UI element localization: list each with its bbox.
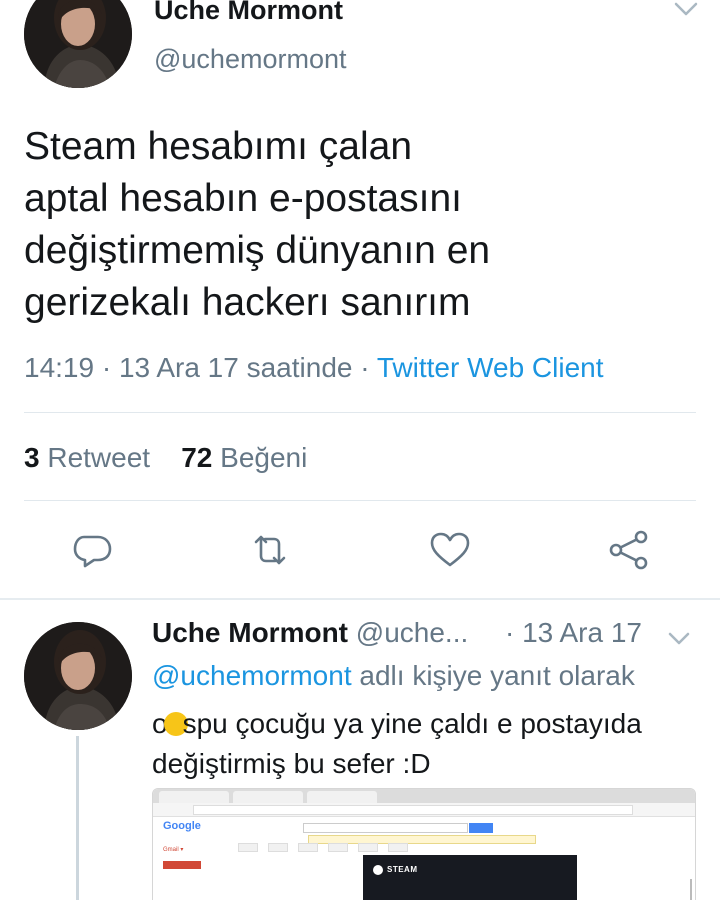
google-logo-text: Google [163,820,201,832]
avatar-photo [24,0,132,88]
retweets-stat[interactable]: 3 Retweet [24,442,150,473]
retweet-icon[interactable] [248,528,292,572]
likes-stat[interactable]: 72 Beğeni [181,442,307,473]
reply-text-line: o spu çocuğu ya yine çaldı e postayıda [152,704,642,744]
steam-label: STEAM [387,865,418,874]
reply-header: Uche Mormont @uche... [152,617,468,649]
tweet-meta: 14:19 · 13 Ara 17 saatinde · Twitter Web… [24,352,604,384]
avatar-photo [24,622,132,730]
address-field [193,805,633,815]
browser-tab [159,791,229,803]
tweet-text: Steam hesabımı çalan aptal hesabın e-pos… [24,121,684,329]
compose-button [163,861,201,869]
scrollbar [690,879,692,900]
reply-date[interactable]: · 13 Ara 17 [505,617,642,649]
toolbar-button [298,843,318,852]
reply-icon[interactable] [70,528,114,572]
steam-email-banner: STEAM [363,855,577,900]
avatar[interactable] [24,622,132,730]
divider [24,412,696,413]
reply-text-end: spu çocuğu ya yine çaldı e postayıda [182,708,642,739]
tweet-text-line: değiştirmemiş dünyanın en [24,229,491,272]
replying-to-label: adlı kişiye yanıt olarak [351,660,635,691]
steam-logo-icon [373,865,383,875]
tweet-text-line: Steam hesabımı çalan [24,125,413,168]
avatar[interactable] [24,0,132,88]
user-handle[interactable]: @uche... [356,617,468,648]
reply-text: o spu çocuğu ya yine çaldı e postayıda de… [152,704,642,784]
reply-text-line: değiştirmiş bu sefer :D [152,748,431,779]
like-count: 72 [181,442,213,473]
client-link[interactable]: Twitter Web Client [377,352,604,383]
browser-tab [307,791,377,803]
heart-icon[interactable] [428,528,472,572]
divider [24,500,696,501]
retweet-count: 3 [24,442,40,473]
reply-tweet[interactable]: Uche Mormont @uche... · 13 Ara 17 @uchem… [0,600,720,900]
browser-address-bar [153,803,695,817]
tweet-text-line: aptal hesabın e-postasını [24,177,462,220]
google-logo: Google [163,820,201,832]
toolbar-button [358,843,378,852]
mail-toolbar [238,843,478,853]
search-box [303,823,468,833]
toolbar-button [268,843,288,852]
timestamp: 14:19 · 13 Ara 17 saatinde · [24,352,377,383]
search-button [469,823,493,833]
chevron-down-icon[interactable] [672,0,700,20]
display-name[interactable]: Uche Mormont [152,617,348,648]
toolbar-button [388,843,408,852]
retweet-label: Retweet [47,442,151,473]
browser-tab [233,791,303,803]
mention-link[interactable]: @uchemormont [152,660,352,691]
thread-line [76,736,79,900]
display-name[interactable]: Uche Mormont [154,0,343,26]
tweet-text-line: gerizekalı hackerı sanırım [24,281,471,324]
user-handle[interactable]: @uchemormont [154,44,346,75]
browser-tabs [153,789,695,803]
attached-image[interactable]: Google Gmail ▾ STEAM [152,788,696,900]
toolbar-button [328,843,348,852]
tweet-stats: 3 Retweet 72 Beğeni [24,442,307,474]
gmail-label: Gmail ▾ [163,847,184,853]
replying-to: @uchemormont adlı kişiye yanıt olarak [152,660,635,692]
main-tweet: Uche Mormont @uchemormont Steam hesabımı… [0,0,720,598]
toolbar-button [238,843,258,852]
share-icon[interactable] [607,528,651,572]
like-label: Beğeni [220,442,308,473]
chevron-down-icon[interactable] [666,630,692,648]
